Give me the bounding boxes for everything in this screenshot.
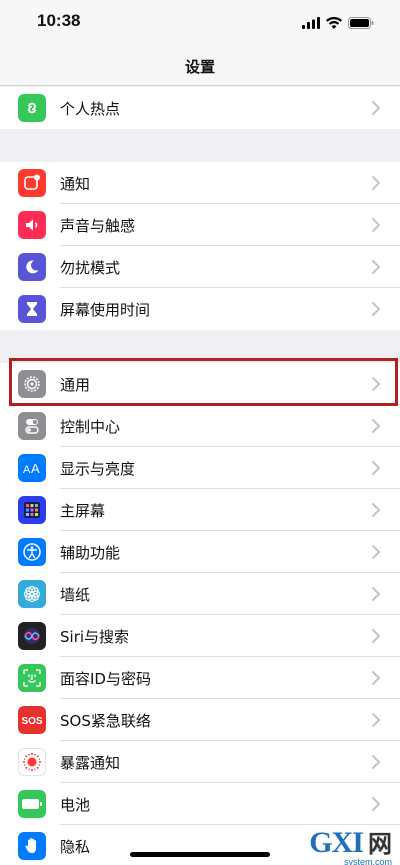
cellular-signal-icon xyxy=(302,14,320,33)
settings-row-label: 墙纸 xyxy=(60,586,91,604)
wifi-icon xyxy=(326,14,342,33)
chevron-right-icon xyxy=(372,628,380,647)
settings-row-emergency-sos[interactable]: SOS SOS紧急联络 xyxy=(0,699,400,741)
status-icons xyxy=(302,14,374,33)
watermark-brand: GXI xyxy=(309,826,364,859)
settings-row-accessibility[interactable]: 辅助功能 xyxy=(0,531,400,573)
settings-row-control-center[interactable]: 控制中心 xyxy=(0,405,400,447)
settings-row-label: 通用 xyxy=(60,376,91,394)
settings-row-label: 面容ID与密码 xyxy=(60,670,151,688)
settings-row-personal-hotspot[interactable]: 个人热点 xyxy=(0,87,400,129)
chevron-right-icon xyxy=(372,100,380,119)
watermark-zh: 网 xyxy=(368,830,392,858)
status-bar: 10:38 xyxy=(0,0,400,44)
chevron-right-icon xyxy=(372,217,380,236)
chevron-right-icon xyxy=(372,544,380,563)
display-brightness-icon: AA xyxy=(18,454,46,482)
siri-icon xyxy=(18,622,46,650)
home-screen-icon xyxy=(18,496,46,524)
chevron-right-icon xyxy=(372,259,380,278)
settings-row-home-screen[interactable]: 主屏幕 xyxy=(0,489,400,531)
svg-text:SOS: SOS xyxy=(21,716,42,727)
sos-icon: SOS xyxy=(18,706,46,734)
chevron-right-icon xyxy=(372,418,380,437)
battery-icon xyxy=(18,790,46,818)
do-not-disturb-icon xyxy=(18,253,46,281)
chevron-right-icon xyxy=(372,301,380,320)
chevron-right-icon xyxy=(372,175,380,194)
sounds-icon xyxy=(18,211,46,239)
settings-row-wallpaper[interactable]: 墙纸 xyxy=(0,573,400,615)
settings-row-label: 个人热点 xyxy=(60,100,121,118)
settings-row-notifications[interactable]: 通知 xyxy=(0,162,400,204)
chevron-right-icon xyxy=(372,712,380,731)
chevron-right-icon xyxy=(372,796,380,815)
settings-row-label: 通知 xyxy=(60,175,91,193)
watermark-logo: GXI 网 system.com xyxy=(309,824,392,865)
chevron-right-icon xyxy=(372,460,380,479)
home-indicator[interactable] xyxy=(130,852,270,857)
face-id-icon xyxy=(18,664,46,692)
screen-time-icon xyxy=(18,295,46,323)
settings-group-notifications: 通知 声音与触感 勿扰模式 屏幕使用时间 xyxy=(0,162,400,330)
settings-row-battery[interactable]: 电池 xyxy=(0,783,400,825)
settings-row-label: 主屏幕 xyxy=(60,502,106,520)
privacy-hand-icon xyxy=(18,832,46,860)
settings-row-display-brightness[interactable]: AA 显示与亮度 xyxy=(0,447,400,489)
notifications-icon xyxy=(18,169,46,197)
settings-row-screen-time[interactable]: 屏幕使用时间 xyxy=(0,288,400,330)
settings-row-label: 隐私 xyxy=(60,838,91,856)
settings-row-label: 暴露通知 xyxy=(60,754,121,772)
settings-row-general[interactable]: 通用 xyxy=(0,363,400,405)
status-time: 10:38 xyxy=(37,11,81,30)
settings-row-label: 电池 xyxy=(60,796,91,814)
settings-row-label: 辅助功能 xyxy=(60,544,121,562)
chevron-right-icon xyxy=(372,754,380,773)
settings-row-label: 声音与触感 xyxy=(60,217,136,235)
chevron-right-icon xyxy=(372,586,380,605)
settings-row-label: Siri与搜索 xyxy=(60,628,130,646)
chevron-right-icon xyxy=(372,502,380,521)
general-gear-icon xyxy=(18,370,46,398)
svg-text:A: A xyxy=(23,464,31,476)
chevron-right-icon xyxy=(372,376,380,395)
settings-row-siri-search[interactable]: Siri与搜索 xyxy=(0,615,400,657)
chevron-right-icon xyxy=(372,670,380,689)
exposure-notification-icon xyxy=(18,748,46,776)
wallpaper-icon xyxy=(18,580,46,608)
settings-row-label: 屏幕使用时间 xyxy=(60,301,151,319)
personal-hotspot-icon xyxy=(18,94,46,122)
control-center-icon xyxy=(18,412,46,440)
settings-row-sounds-haptics[interactable]: 声音与触感 xyxy=(0,204,400,246)
accessibility-icon xyxy=(18,538,46,566)
battery-status-icon xyxy=(348,14,374,33)
settings-row-exposure-notifications[interactable]: 暴露通知 xyxy=(0,741,400,783)
settings-group-connectivity: 个人热点 xyxy=(0,87,400,129)
page-title: 设置 xyxy=(184,58,215,76)
navigation-bar: 设置 xyxy=(0,44,400,86)
settings-row-face-id-passcode[interactable]: 面容ID与密码 xyxy=(0,657,400,699)
settings-row-label: SOS紧急联络 xyxy=(60,712,151,730)
svg-text:A: A xyxy=(31,461,40,476)
settings-row-label: 显示与亮度 xyxy=(60,460,136,478)
settings-row-label: 勿扰模式 xyxy=(60,259,121,277)
settings-group-general: 通用 控制中心 AA 显示与亮度 主屏幕 辅助功能 墙纸 Siri与搜索 面容I… xyxy=(0,363,400,865)
settings-row-do-not-disturb[interactable]: 勿扰模式 xyxy=(0,246,400,288)
settings-row-label: 控制中心 xyxy=(60,418,121,436)
